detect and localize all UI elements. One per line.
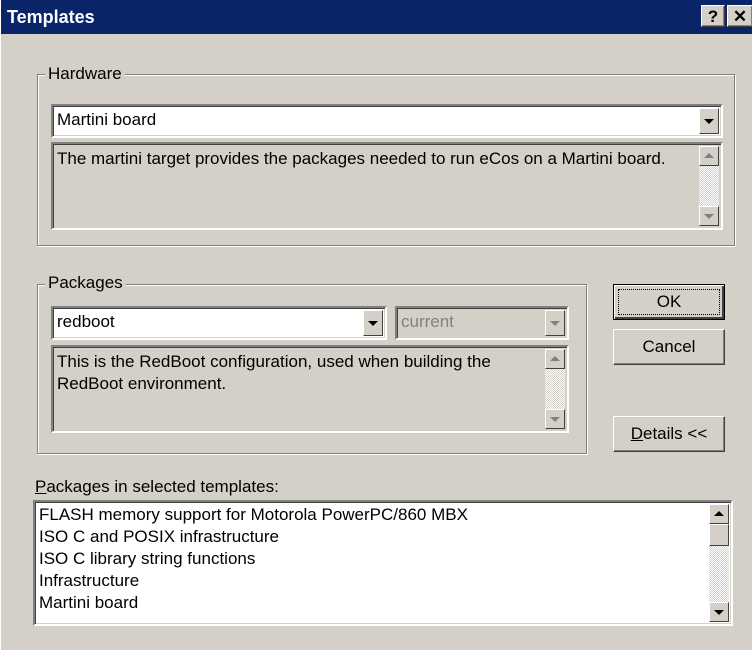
help-icon: ? bbox=[707, 7, 719, 26]
hardware-description-text: The martini target provides the packages… bbox=[57, 149, 666, 168]
cancel-button-label: Cancel bbox=[642, 337, 696, 356]
list-item[interactable]: ISO C library string functions bbox=[37, 548, 705, 570]
selected-packages-mnemonic: P bbox=[35, 477, 47, 496]
selected-packages-items: FLASH memory support for Motorola PowerP… bbox=[37, 504, 705, 614]
scroll-up-button[interactable] bbox=[545, 349, 565, 369]
package-description-scrollbar[interactable] bbox=[545, 349, 565, 429]
focus-rect bbox=[618, 289, 720, 315]
selected-packages-label: Packages in selected templates: bbox=[35, 477, 279, 497]
scroll-down-button[interactable] bbox=[709, 602, 729, 622]
hardware-selected-value: Martini board bbox=[57, 110, 157, 129]
scroll-down-icon bbox=[704, 214, 714, 219]
list-item[interactable]: ISO C and POSIX infrastructure bbox=[37, 526, 705, 548]
chevron-down-icon bbox=[368, 321, 378, 326]
selected-packages-scrollbar[interactable] bbox=[709, 504, 729, 622]
window-title: Templates bbox=[7, 7, 95, 27]
hardware-dropdown-button[interactable] bbox=[699, 108, 719, 134]
scroll-down-button[interactable] bbox=[699, 206, 719, 226]
details-button-label: Details << bbox=[631, 424, 708, 443]
selected-packages-list[interactable]: FLASH memory support for Motorola PowerP… bbox=[33, 500, 733, 626]
hardware-legend: Hardware bbox=[45, 64, 125, 84]
details-button[interactable]: Details << bbox=[613, 416, 725, 452]
scroll-up-button[interactable] bbox=[699, 146, 719, 166]
title-bar[interactable]: Templates ? ✕ bbox=[1, 0, 752, 34]
package-description-text: This is the RedBoot configuration, used … bbox=[57, 352, 491, 393]
selected-packages-label-rest: ackages in selected templates: bbox=[46, 477, 279, 496]
hardware-description-scrollbar[interactable] bbox=[699, 146, 719, 226]
version-selected-value: current bbox=[401, 312, 454, 331]
chevron-down-icon bbox=[550, 321, 560, 326]
list-item[interactable]: Martini board bbox=[37, 592, 705, 614]
version-dropdown-button[interactable] bbox=[545, 310, 565, 336]
list-item[interactable]: FLASH memory support for Motorola PowerP… bbox=[37, 504, 705, 526]
details-mnemonic: D bbox=[630, 424, 643, 443]
close-icon: ✕ bbox=[732, 7, 748, 26]
package-selected-value: redboot bbox=[57, 312, 115, 331]
version-select[interactable]: current bbox=[395, 306, 569, 340]
hardware-select[interactable]: Martini board bbox=[51, 104, 723, 138]
cancel-button[interactable]: Cancel bbox=[613, 329, 725, 365]
scroll-up-icon bbox=[704, 153, 714, 158]
scroll-down-icon bbox=[550, 417, 560, 422]
scrollbar-thumb[interactable] bbox=[709, 524, 729, 546]
scroll-down-button[interactable] bbox=[545, 409, 565, 429]
scroll-up-icon bbox=[550, 356, 560, 361]
help-button[interactable]: ? bbox=[701, 5, 725, 27]
ok-button[interactable]: OK bbox=[613, 284, 725, 320]
scroll-up-icon bbox=[714, 511, 724, 516]
package-description: This is the RedBoot configuration, used … bbox=[51, 345, 569, 433]
close-button[interactable]: ✕ bbox=[727, 5, 752, 27]
package-dropdown-button[interactable] bbox=[363, 310, 383, 336]
scroll-up-button[interactable] bbox=[709, 504, 729, 524]
list-item[interactable]: Infrastructure bbox=[37, 570, 705, 592]
scroll-down-icon bbox=[714, 610, 724, 615]
hardware-description: The martini target provides the packages… bbox=[51, 142, 723, 230]
details-label-rest: etails << bbox=[643, 424, 708, 443]
packages-legend: Packages bbox=[45, 273, 126, 293]
templates-dialog: Templates ? ✕ Hardware Martini board The… bbox=[0, 0, 752, 650]
chevron-down-icon bbox=[704, 119, 714, 124]
package-select[interactable]: redboot bbox=[51, 306, 387, 340]
